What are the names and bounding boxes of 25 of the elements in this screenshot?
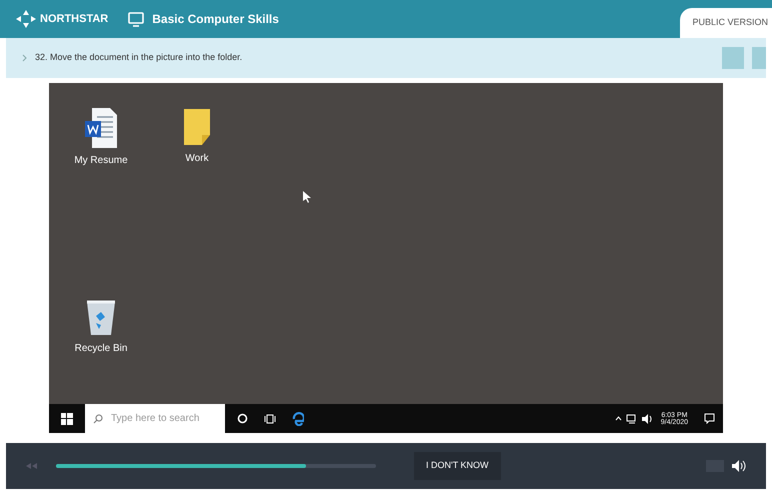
search-icon: [93, 414, 103, 424]
network-icon[interactable]: [626, 414, 638, 424]
caret-icon[interactable]: [614, 416, 622, 421]
windows-start-icon[interactable]: [61, 412, 73, 424]
question-text: 32. Move the document in the picture into the folder.: [35, 51, 242, 64]
monitor-icon: [128, 12, 144, 26]
desktop-icon-label[interactable]: Work: [185, 151, 209, 166]
cortana-icon[interactable]: [237, 413, 248, 424]
version-tab[interactable]: PUBLIC VERSION: [680, 8, 772, 38]
notification-icon[interactable]: [704, 413, 715, 424]
course-title: Basic Computer Skills: [152, 11, 279, 28]
desktop-icon-label[interactable]: Recycle Bin: [74, 341, 128, 356]
recycle-bin-icon: [84, 299, 118, 337]
brand-name: NORTHSTAR: [40, 12, 108, 27]
document-icon: [84, 107, 118, 149]
dont-know-button[interactable]: I DON'T KNOW: [414, 452, 501, 480]
chevron-icon: [22, 54, 27, 62]
desktop-icon-label[interactable]: My Resume: [74, 153, 128, 168]
mouse-pointer-icon: [303, 191, 311, 203]
folder-icon: [182, 107, 212, 147]
compass-logo-icon: [16, 10, 36, 28]
task-view-icon[interactable]: [264, 414, 276, 424]
browser-icon[interactable]: [292, 412, 304, 426]
volume-icon[interactable]: [732, 460, 746, 472]
speaker-icon[interactable]: [642, 414, 653, 424]
